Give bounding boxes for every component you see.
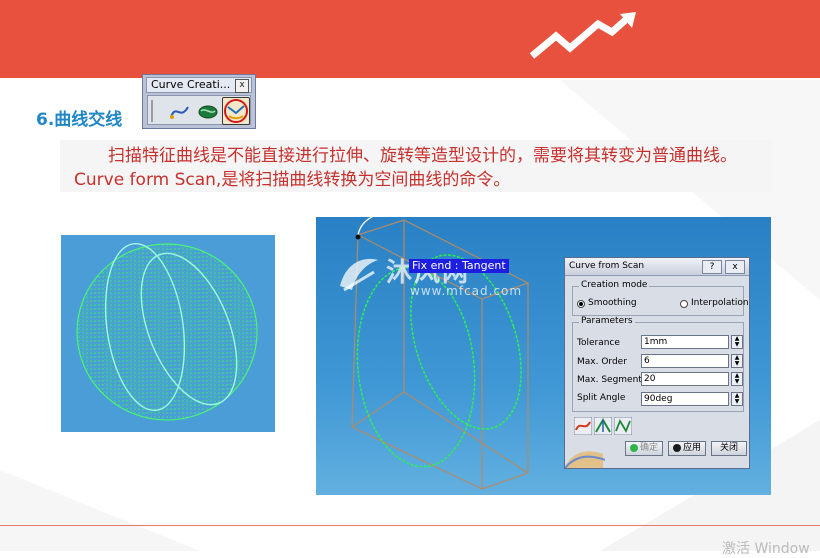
toolbar-title-bar[interactable]: Curve Creati... x [146,77,252,93]
dialog-title: Curve from Scan [569,261,645,271]
max-segments-label: Max. Segments [577,375,647,385]
ok-button[interactable]: 确定 [625,441,663,456]
footer-divider [0,525,820,526]
tolerance-label: Tolerance [577,338,620,348]
max-segments-spinner[interactable]: ▲ ▼ [731,372,743,386]
description-text: 扫描特征曲线是不能直接进行拉伸、旋转等造型设计的，需要将其转变为普通曲线。Cur… [74,146,737,190]
parameters-legend: Parameters [579,316,635,326]
dialog-logo-icon [565,451,605,468]
toolbar-title: Curve Creati... [151,78,231,91]
apply-button[interactable]: 应用 [668,441,706,456]
close-label: 关闭 [719,443,738,453]
tolerance-spinner[interactable]: ▲ ▼ [731,335,743,349]
split-angle-label: Split Angle [577,393,626,403]
max-order-label: Max. Order [577,357,627,367]
ok-label: 确定 [640,443,659,453]
interpolation-label: Interpolation [691,298,749,308]
header-banner [0,0,820,78]
activate-windows-text: 激活 Window [722,541,810,557]
interpolation-radio[interactable] [680,300,688,308]
tolerance-field[interactable]: 1mm [641,335,729,349]
curve-from-scan-icon[interactable] [222,97,250,125]
max-order-field[interactable]: 6 [641,354,729,368]
scan-sphere-graphic [76,242,258,421]
dialog-title-bar[interactable]: Curve from Scan ? x [565,258,749,276]
toolbar-grip-icon [151,100,153,122]
max-order-spinner[interactable]: ▲ ▼ [731,354,743,368]
creation-mode-legend: Creation mode [579,280,650,290]
curve-creation-toolbar[interactable]: Curve Creati... x [142,74,256,129]
trend-arrow-icon [529,12,636,59]
scan-sphere-image [61,235,275,432]
segment-display-icon[interactable] [593,416,613,436]
curve-connect-icon[interactable] [168,99,192,123]
close-button[interactable]: 关闭 [711,441,747,456]
parameters-group: Parameters Tolerance 1mm ▲ ▼ Max. Order 6… [572,316,744,412]
smoothing-label: Smoothing [588,298,637,308]
cad-viewport[interactable]: 沐风网 www.mfcad.com Fix end : Tangent Curv… [316,217,771,495]
toolbar-body [147,95,251,125]
dialog-close-button[interactable]: x [725,260,745,274]
curve-from-scan-dialog[interactable]: Curve from Scan ? x Creation mode Smooth… [564,257,750,469]
split-angle-field[interactable]: 90deg [641,392,729,406]
curvature-analysis-icon[interactable] [573,416,593,436]
creation-mode-group: Creation mode Smoothing Interpolation [572,280,749,316]
max-segments-field[interactable]: 20 [641,372,729,386]
apply-indicator-icon [673,443,681,452]
watermark-logo-icon [340,258,378,292]
curve-scan-icon[interactable] [196,99,220,123]
ok-indicator-icon [630,443,638,452]
help-button[interactable]: ? [702,260,722,274]
split-angle-spinner[interactable]: ▲ ▼ [731,392,743,406]
section-title: 6.曲线交线 [36,110,123,130]
control-points-icon[interactable] [613,416,633,436]
toolbar-close-button[interactable]: x [235,79,249,93]
watermark-url: www.mfcad.com [410,284,523,298]
tangent-label: Fix end : Tangent [409,259,509,273]
apply-label: 应用 [683,443,702,453]
smoothing-radio[interactable] [577,300,585,308]
